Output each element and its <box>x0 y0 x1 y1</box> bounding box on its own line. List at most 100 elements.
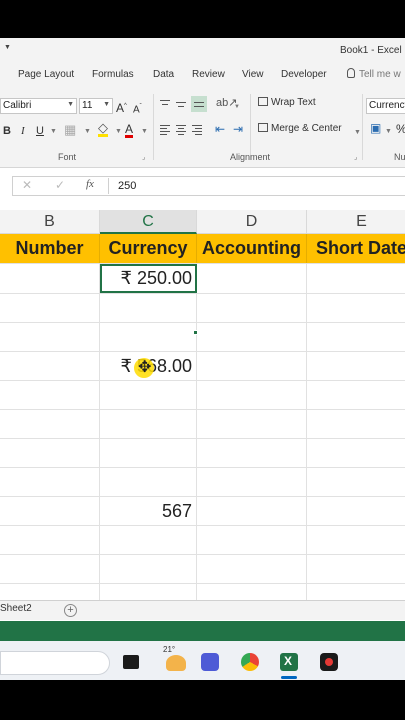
cell[interactable] <box>307 439 405 467</box>
bold-button[interactable]: B <box>3 125 11 137</box>
cell-c-header[interactable]: Currency <box>100 234 197 263</box>
borders-dropdown-icon[interactable]: ▼ <box>84 126 91 138</box>
borders-icon[interactable]: ▦ <box>64 123 76 136</box>
cell[interactable] <box>307 526 405 554</box>
enter-check-icon[interactable]: ✓ <box>55 178 65 192</box>
currency-format-icon[interactable]: ▣ <box>370 122 381 134</box>
cell[interactable] <box>0 468 100 496</box>
cell[interactable] <box>307 352 405 380</box>
cell[interactable] <box>307 468 405 496</box>
fill-color-dropdown-icon[interactable]: ▼ <box>115 126 122 138</box>
cell-c-selected[interactable]: ₹ 250.00 <box>100 264 197 293</box>
font-color-icon[interactable]: A <box>125 123 134 138</box>
underline-button[interactable]: U <box>36 125 44 137</box>
task-view-icon[interactable] <box>123 655 139 669</box>
orientation-dropdown-icon[interactable]: ▼ <box>234 101 240 113</box>
merge-dropdown-icon[interactable]: ▼ <box>354 127 361 139</box>
cell[interactable] <box>197 410 307 438</box>
cell[interactable] <box>0 294 100 322</box>
fill-color-icon[interactable]: ◇ <box>98 121 108 137</box>
cell[interactable] <box>100 526 197 554</box>
cell[interactable] <box>100 294 197 322</box>
cell[interactable] <box>307 381 405 409</box>
increase-indent-icon[interactable]: ⇥ <box>233 123 243 135</box>
currency-dropdown-icon[interactable]: ▼ <box>385 126 392 138</box>
cell-d-header[interactable]: Accounting <box>197 234 307 263</box>
chrome-icon[interactable] <box>241 653 259 671</box>
cell[interactable] <box>307 555 405 583</box>
column-header-c[interactable]: C <box>100 210 197 234</box>
cell[interactable] <box>307 323 405 351</box>
cell[interactable] <box>197 381 307 409</box>
cell[interactable] <box>197 468 307 496</box>
align-top-icon[interactable] <box>160 98 172 110</box>
font-name-select[interactable]: Calibri ▼ <box>0 98 77 114</box>
teams-icon[interactable] <box>201 653 219 671</box>
cancel-icon[interactable]: ✕ <box>22 178 32 192</box>
column-header-e[interactable]: E <box>307 210 405 234</box>
cell[interactable] <box>307 294 405 322</box>
sheet-tab-sheet2[interactable]: Sheet2 <box>0 603 32 614</box>
align-left-icon[interactable] <box>160 124 172 136</box>
align-right-icon[interactable] <box>192 124 204 136</box>
cell[interactable] <box>100 439 197 467</box>
cell[interactable] <box>197 352 307 380</box>
cell[interactable] <box>0 264 100 293</box>
fill-handle[interactable] <box>193 330 198 335</box>
tab-developer[interactable]: Developer <box>281 69 327 80</box>
italic-button[interactable]: I <box>21 125 25 137</box>
font-dialog-launcher-icon[interactable]: ⌟ <box>142 153 145 161</box>
recorder-icon[interactable] <box>320 653 338 671</box>
add-sheet-button[interactable]: + <box>64 604 77 617</box>
tab-data[interactable]: Data <box>153 69 174 80</box>
cell[interactable] <box>197 294 307 322</box>
decrease-indent-icon[interactable]: ⇤ <box>215 123 225 135</box>
cell[interactable] <box>197 526 307 554</box>
formula-input[interactable]: 250 <box>118 180 136 192</box>
cell[interactable] <box>100 323 197 351</box>
cell[interactable] <box>0 555 100 583</box>
cell[interactable] <box>197 264 307 293</box>
tell-me-box[interactable]: Tell me w <box>347 68 401 80</box>
cell[interactable] <box>197 584 307 600</box>
wrap-text-button[interactable]: Wrap Text <box>258 97 316 108</box>
cell[interactable] <box>197 439 307 467</box>
cell[interactable] <box>307 264 405 293</box>
cell[interactable] <box>197 555 307 583</box>
insert-function-button[interactable]: fx <box>86 178 94 190</box>
tab-view[interactable]: View <box>242 69 264 80</box>
excel-taskbar-icon[interactable]: X <box>280 653 298 671</box>
cell[interactable] <box>100 555 197 583</box>
cell-e-header[interactable]: Short Date <box>307 234 405 263</box>
cell[interactable] <box>100 584 197 600</box>
quick-access-dropdown-icon[interactable]: ▼ <box>4 44 11 51</box>
cell[interactable] <box>0 352 100 380</box>
font-color-dropdown-icon[interactable]: ▼ <box>141 126 148 138</box>
align-middle-icon[interactable] <box>176 98 188 110</box>
cell[interactable] <box>100 381 197 409</box>
cell[interactable] <box>0 410 100 438</box>
tab-page-layout[interactable]: Page Layout <box>18 69 74 80</box>
alignment-dialog-launcher-icon[interactable]: ⌟ <box>354 153 357 161</box>
align-center-icon[interactable] <box>176 124 188 136</box>
tab-review[interactable]: Review <box>192 69 225 80</box>
cell-b-header[interactable]: Number <box>0 234 100 263</box>
cell[interactable] <box>0 584 100 600</box>
cell[interactable] <box>307 584 405 600</box>
cell[interactable] <box>0 526 100 554</box>
cell-c-value[interactable]: 567 <box>100 497 197 525</box>
cell[interactable] <box>100 410 197 438</box>
number-format-select[interactable]: Currency <box>366 98 405 114</box>
weather-icon[interactable] <box>166 655 186 671</box>
merge-center-button[interactable]: Merge & Center <box>258 123 342 134</box>
cell[interactable] <box>0 323 100 351</box>
increase-font-icon[interactable]: A^ <box>116 100 127 114</box>
cell[interactable] <box>197 497 307 525</box>
align-bottom-icon[interactable] <box>191 96 207 112</box>
column-header-b[interactable]: B <box>0 210 100 234</box>
cell[interactable] <box>100 468 197 496</box>
cell[interactable] <box>0 381 100 409</box>
cell[interactable] <box>0 439 100 467</box>
underline-dropdown-icon[interactable]: ▼ <box>50 126 57 138</box>
taskbar-search-box[interactable] <box>0 651 110 675</box>
